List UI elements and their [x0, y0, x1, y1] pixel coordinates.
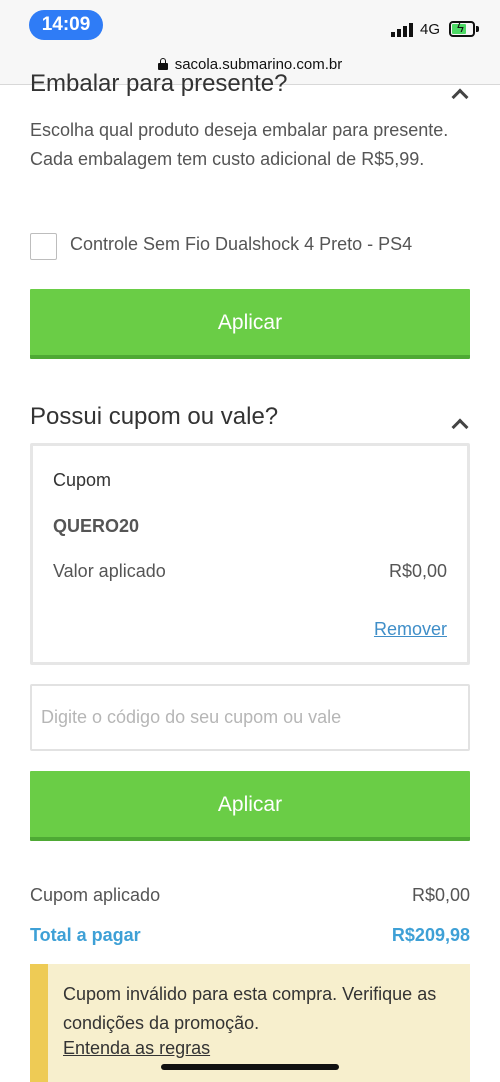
- summary-coupon-value: R$0,00: [411, 885, 470, 905]
- network-type: 4G: [420, 21, 441, 38]
- lock-icon: [157, 58, 168, 70]
- home-indicator[interactable]: [161, 1064, 339, 1070]
- summary-coupon-label: Cupom aplicado: [30, 885, 161, 905]
- chevron-up-icon[interactable]: [451, 88, 469, 106]
- coupon-label: Cupom: [53, 470, 112, 490]
- status-bar: 14:09 4G ϟ: [0, 0, 500, 52]
- summary-total-value: R$209,98: [391, 925, 470, 945]
- applied-value-label: Valor aplicado: [53, 561, 166, 581]
- gift-section-title: Embalar para presente?: [30, 70, 288, 97]
- battery-tip: [476, 26, 479, 32]
- applied-value: R$0,00: [388, 561, 447, 581]
- gift-apply-button[interactable]: Aplicar: [30, 289, 470, 359]
- coupon-section-title: Possui cupom ou vale?: [30, 403, 279, 430]
- coupon-apply-button[interactable]: Aplicar: [30, 771, 470, 841]
- coupon-code: QUERO20: [53, 516, 140, 536]
- signal-icon: [391, 23, 413, 37]
- gift-product-checkbox[interactable]: [30, 233, 57, 260]
- status-time: 14:09: [29, 10, 103, 40]
- remove-coupon-link[interactable]: Remover: [374, 619, 447, 640]
- battery-charging-icon: ϟ: [449, 20, 475, 37]
- alert-message: Cupom inválido para esta compra. Verifiq…: [63, 984, 437, 1033]
- applied-coupon-card: Cupom QUERO20 Valor aplicado R$0,00 Remo…: [30, 443, 470, 665]
- coupon-code-input[interactable]: [30, 684, 470, 751]
- chevron-up-icon[interactable]: [451, 418, 469, 436]
- summary-total-label: Total a pagar: [30, 925, 141, 945]
- gift-description: Escolha qual produto deseja embalar para…: [30, 120, 449, 169]
- rules-link[interactable]: Entenda as regras: [63, 1038, 210, 1059]
- gift-product-label[interactable]: Controle Sem Fio Dualshock 4 Preto - PS4: [70, 234, 412, 255]
